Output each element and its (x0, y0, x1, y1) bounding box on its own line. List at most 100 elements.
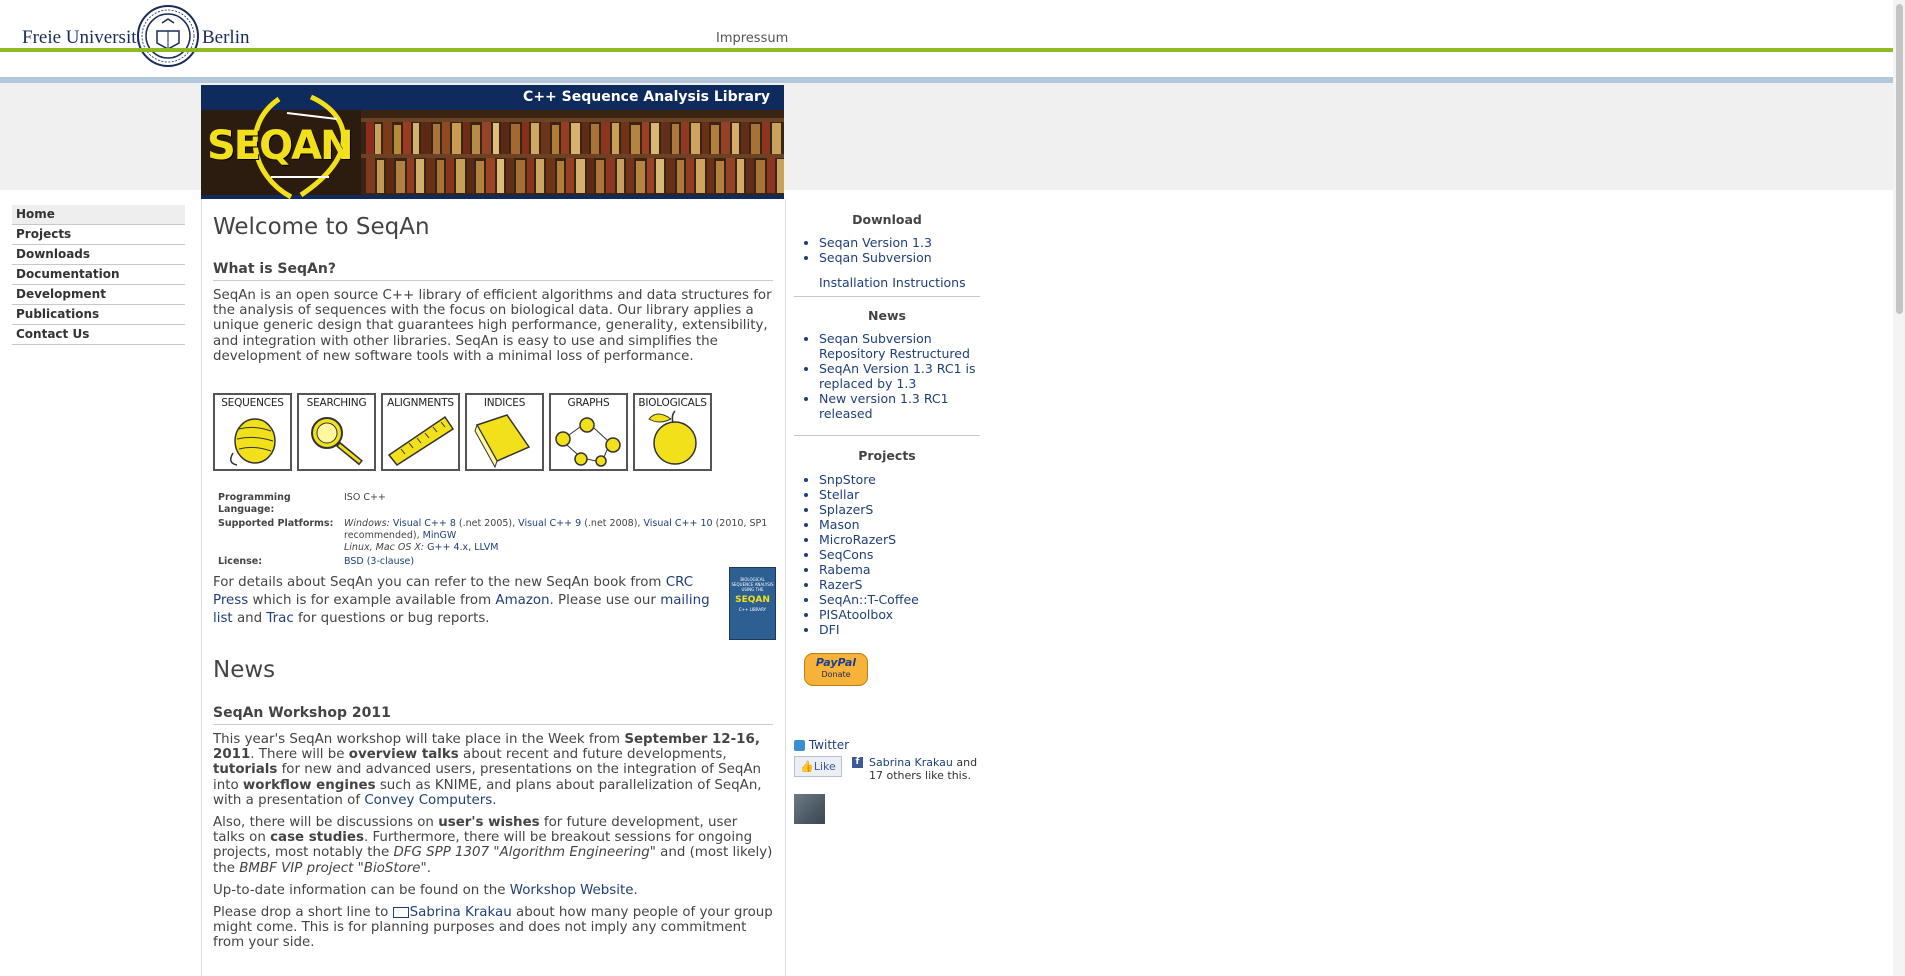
paypal-donate-label: Donate (821, 670, 851, 679)
project-item[interactable]: DFI (819, 622, 980, 637)
category-sequences[interactable]: SEQUENCES (213, 393, 292, 471)
facebook-friend-link[interactable]: Sabrina Krakau (869, 756, 953, 769)
project-item[interactable]: SeqAn::T-Coffee (819, 592, 980, 607)
mingw-link[interactable]: MinGW (423, 530, 457, 541)
nav-item-publications[interactable]: Publications (12, 305, 185, 325)
apple-icon (648, 410, 697, 465)
linux-label: Linux, Mac OS X: (344, 542, 425, 553)
fu-seal-logo[interactable] (137, 5, 199, 67)
programming-language-value: ISO C++ (344, 492, 386, 503)
workshop-heading: SeqAn Workshop 2011 (213, 705, 773, 725)
news-list: Seqan Subversion Repository Restructured… (794, 331, 980, 421)
project-item[interactable]: RazerS (819, 577, 980, 592)
download-item[interactable]: Seqan Version 1.3 (819, 235, 980, 250)
fu-header: Freie Universität Berlin Impressum (0, 0, 1893, 78)
category-biologicals[interactable]: BIOLOGICALS (633, 393, 712, 471)
workshop-paragraph-2: Also, there will be discussions on user'… (213, 815, 773, 876)
download-item[interactable]: Seqan Subversion (819, 250, 980, 265)
page-title: Welcome to SeqAn (213, 214, 430, 240)
news-item[interactable]: SeqAn Version 1.3 RC1 is replaced by 1.3 (819, 361, 980, 391)
facebook-like-text: Sabrina Krakau and 17 others like this. (869, 756, 978, 782)
nav-item-documentation[interactable]: Documentation (12, 265, 185, 285)
vc8-note: (.net 2005), (458, 518, 516, 529)
windows-label: Windows: (344, 518, 390, 529)
right-sidebar: Download Seqan Version 1.3 Seqan Subvers… (794, 205, 980, 824)
category-graphs[interactable]: GRAPHS (549, 393, 628, 471)
news-item[interactable]: New version 1.3 RC1 released (819, 391, 980, 421)
supported-platforms-value: Windows: Visual C++ 8 (.net 2005), Visua… (344, 518, 768, 553)
programming-language-label: Programming Language: (218, 492, 291, 515)
facts-row-platforms: Supported Platforms: Windows: Visual C++… (215, 517, 775, 555)
facts-table: Programming Language: ISO C++ Supported … (215, 491, 775, 569)
download-list: Seqan Version 1.3 Seqan Subversion (794, 235, 980, 265)
news-sidebar-heading: News (868, 308, 906, 323)
paypal-brand: PayPal (815, 656, 857, 669)
nav-item-projects[interactable]: Projects (12, 225, 185, 245)
category-alignments[interactable]: ALIGNMENTS (381, 393, 460, 471)
book-cover-title: BIOLOGICAL SEQUENCE ANALYSIS USING THE (731, 577, 774, 592)
project-item[interactable]: Stellar (819, 487, 980, 502)
gcc-link[interactable]: G++ 4.x (427, 542, 468, 553)
facts-row-license: License: BSD (3-clause) (215, 555, 775, 569)
facts-row-language: Programming Language: ISO C++ (215, 491, 775, 517)
header-green-line (0, 48, 1893, 52)
news-heading: News (213, 657, 276, 683)
projects-list: SnpStore Stellar SplazerS Mason MicroRaz… (794, 472, 980, 637)
project-item[interactable]: MicroRazerS (819, 532, 980, 547)
trac-link[interactable]: Trac (266, 611, 293, 626)
license-label: License: (218, 556, 263, 567)
facebook-friend-avatar[interactable] (794, 794, 825, 824)
workshop-paragraph-3: Up-to-date information can be found on t… (213, 882, 638, 898)
nav-item-home[interactable]: Home (12, 205, 185, 225)
impressum-link[interactable]: Impressum (716, 31, 788, 46)
book-cover-logo: SEQAN (735, 595, 770, 605)
amazon-link[interactable]: Amazon (495, 593, 549, 608)
workshop-paragraph-1: This year's SeqAn workshop will take pla… (213, 732, 762, 808)
project-item[interactable]: SnpStore (819, 472, 980, 487)
fu-logo-right-text[interactable]: Berlin (202, 27, 250, 49)
project-item[interactable]: PISAtoolbox (819, 607, 980, 622)
fu-logo-left-text[interactable]: Freie Universität (22, 27, 150, 49)
project-item[interactable]: SplazerS (819, 502, 980, 517)
book-index-icon (474, 414, 531, 469)
project-item[interactable]: Mason (819, 517, 980, 532)
nav-item-contact-us[interactable]: Contact Us (12, 325, 185, 345)
sidebar-divider (794, 296, 980, 297)
workshop-paragraph-4: Please drop a short line to Sabrina Krak… (213, 905, 773, 951)
twitter-label: Twitter (808, 738, 850, 752)
facebook-like-box: 👍Like f Sabrina Krakau and 17 others lik… (794, 756, 980, 784)
scrollbar-thumb[interactable] (1896, 4, 1903, 314)
thumbs-up-icon: 👍 (800, 760, 814, 773)
vc9-note: (.net 2008), (584, 518, 641, 529)
like-label: Like (813, 760, 836, 773)
twitter-link[interactable]: Twitter (794, 738, 980, 752)
project-item[interactable]: SeqCons (819, 547, 980, 562)
installation-instructions-link[interactable]: Installation Instructions (794, 275, 980, 290)
nav-item-development[interactable]: Development (12, 285, 185, 305)
twitter-icon (794, 740, 805, 751)
download-heading: Download (852, 212, 922, 227)
banner-title: C++ Sequence Analysis Library (523, 89, 770, 105)
visual-cpp-8-link[interactable]: Visual C++ 8 (393, 518, 456, 529)
seqan-logo-text: SEQAN (207, 123, 354, 169)
sidebar-divider (794, 435, 980, 436)
main-content: Welcome to SeqAn What is SeqAn? SeqAn is… (201, 199, 786, 976)
facebook-like-button[interactable]: 👍Like (794, 756, 842, 777)
visual-cpp-10-link[interactable]: Visual C++ 10 (643, 518, 712, 529)
paypal-donate-button[interactable]: PayPal Donate (804, 653, 868, 686)
intro-paragraph: SeqAn is an open source C++ library of e… (213, 288, 772, 364)
category-indices[interactable]: INDICES (465, 393, 544, 471)
nav-item-downloads[interactable]: Downloads (12, 245, 185, 265)
seqan-banner: SEQAN C++ Sequence Analysis Library (201, 85, 784, 199)
visual-cpp-9-link[interactable]: Visual C++ 9 (518, 518, 581, 529)
bsd-license-link[interactable]: BSD (3-clause) (344, 556, 414, 567)
llvm-link[interactable]: LLVM (474, 542, 498, 553)
category-searching[interactable]: SEARCHING (297, 393, 376, 471)
convey-computers-link[interactable]: Convey Computers (364, 793, 492, 808)
project-item[interactable]: Rabema (819, 562, 980, 577)
news-item[interactable]: Seqan Subversion Repository Restructured (819, 331, 980, 361)
sabrina-krakau-email-link[interactable]: Sabrina Krakau (410, 905, 512, 920)
workshop-website-link[interactable]: Workshop Website (510, 883, 634, 898)
seqan-book-cover[interactable]: BIOLOGICAL SEQUENCE ANALYSIS USING THE S… (729, 567, 776, 640)
page-scrollbar[interactable] (1893, 0, 1905, 976)
